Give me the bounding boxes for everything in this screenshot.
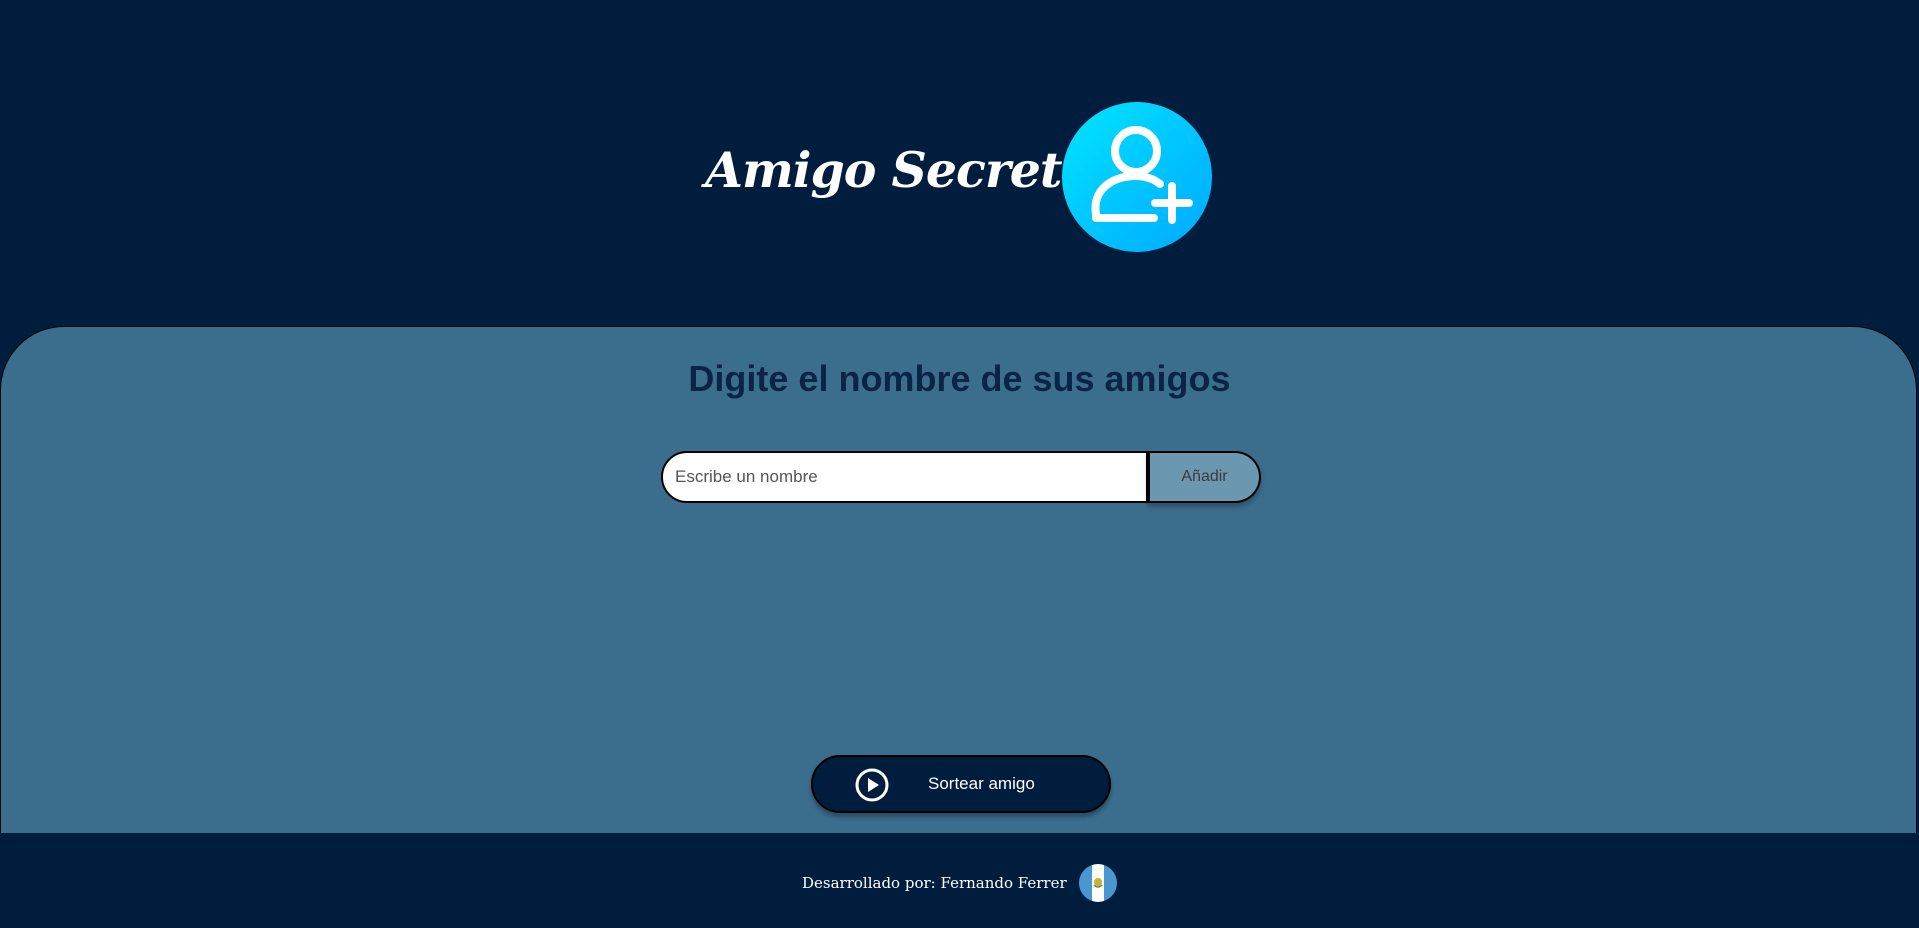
guatemala-flag-icon	[1079, 864, 1117, 902]
friend-input-group: Añadir	[661, 451, 1261, 503]
app-title: Amigo Secreto	[705, 141, 1094, 199]
friend-name-input[interactable]	[661, 451, 1148, 503]
header: Amigo Secreto	[0, 0, 1919, 327]
app-page: Amigo Secreto Digite el nombre de sus am…	[0, 0, 1919, 928]
add-user-icon	[1062, 102, 1212, 252]
add-friend-button[interactable]: Añadir	[1147, 451, 1261, 503]
draw-friend-button[interactable]: Sortear amigo	[811, 755, 1111, 813]
draw-button-label: Sortear amigo	[928, 774, 1035, 793]
footer: Desarrollado por: Fernando Ferrer	[0, 833, 1919, 928]
main-panel: Digite el nombre de sus amigos Añadir So…	[0, 326, 1917, 833]
play-circle-icon	[855, 768, 889, 802]
developer-credit: Desarrollado por: Fernando Ferrer	[802, 874, 1067, 892]
section-heading: Digite el nombre de sus amigos	[688, 358, 1231, 399]
